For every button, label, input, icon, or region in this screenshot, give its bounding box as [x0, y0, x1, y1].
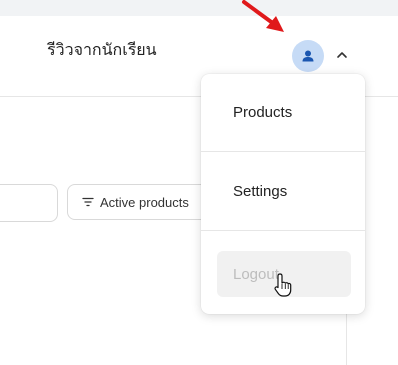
menu-item-settings[interactable]: Settings [201, 153, 365, 231]
top-strip [0, 0, 398, 16]
menu-item-products[interactable]: Products [201, 74, 365, 152]
filter-button-label: Active products [100, 194, 189, 210]
menu-item-label: Settings [233, 183, 288, 200]
chevron-up-icon[interactable] [336, 50, 348, 60]
user-avatar-button[interactable] [292, 40, 324, 72]
logout-label: Logout [233, 265, 279, 283]
menu-item-label: Products [233, 104, 293, 121]
hand-pointer-icon [274, 273, 292, 297]
user-icon [302, 50, 314, 62]
search-input[interactable] [0, 184, 58, 222]
filter-icon [82, 195, 94, 210]
annotation-arrow-icon [242, 0, 284, 32]
filter-button[interactable]: Active products [67, 184, 217, 220]
page-title: รีวิวจากนักเรียน [47, 40, 157, 59]
